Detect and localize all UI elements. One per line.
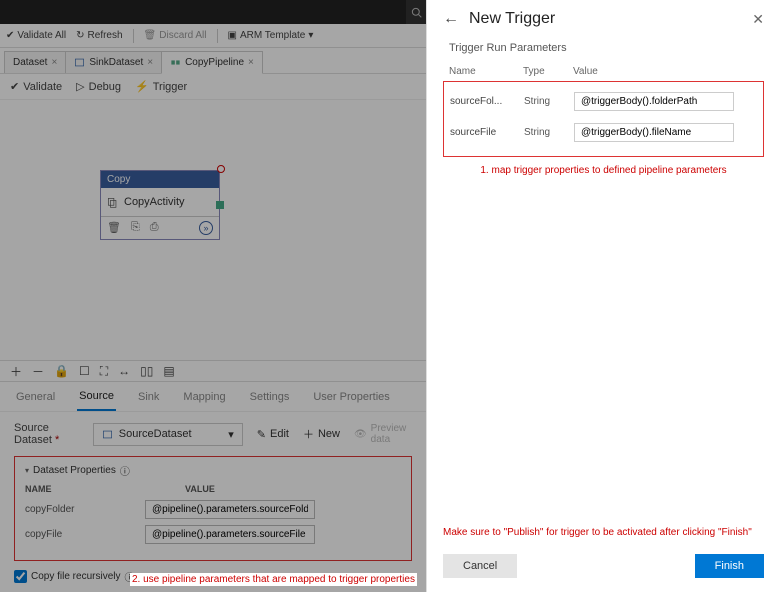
zoom-out-icon[interactable]: － xyxy=(32,363,44,380)
connector-icon xyxy=(216,201,224,209)
close-icon[interactable]: × xyxy=(248,57,254,68)
col-name: NAME xyxy=(25,484,125,494)
new-button[interactable]: ＋ New xyxy=(303,426,340,442)
tab-sink[interactable]: Sink xyxy=(136,384,161,410)
config-tabs: General Source Sink Mapping Settings Use… xyxy=(0,382,426,412)
edit-button[interactable]: ✎ Edit xyxy=(257,428,289,441)
autolayout-icon[interactable]: ↔ xyxy=(118,364,130,378)
trigger-button[interactable]: ⚡ Trigger xyxy=(135,80,187,93)
tab-dataset[interactable]: Dataset× xyxy=(4,51,66,73)
copy-icon xyxy=(107,197,118,208)
col-value: VALUE xyxy=(185,484,215,494)
tab-user-properties[interactable]: User Properties xyxy=(311,384,391,410)
panel-title: Dataset Properties xyxy=(33,465,116,476)
param-value-input[interactable] xyxy=(145,525,315,544)
panel-title: New Trigger xyxy=(469,10,742,28)
canvas-controls: ＋ － 🔒 ☐ ⛶ ↔ ▯▯ ▤ xyxy=(0,360,426,382)
activity-header: Copy xyxy=(101,171,219,188)
tab-mapping[interactable]: Mapping xyxy=(181,384,227,410)
dataset-properties-panel: Dataset Properties ⓘ NAME VALUE copyFolde… xyxy=(14,456,412,561)
info-icon[interactable]: ⓘ xyxy=(120,463,130,478)
table-row: copyFile xyxy=(25,525,401,544)
trigger-params-box: sourceFol... String sourceFile String xyxy=(443,81,764,157)
param-type: String xyxy=(524,96,574,107)
discard-all-button[interactable]: 🗑 Discard All xyxy=(144,30,207,41)
param-name: copyFolder xyxy=(25,504,125,515)
arm-template-button[interactable]: ▣ ARM Template ▾ xyxy=(228,30,314,41)
col-type: Type xyxy=(523,66,573,77)
table-row: copyFolder xyxy=(25,500,401,519)
col-value: Value xyxy=(573,66,598,77)
lock-icon[interactable]: 🔒 xyxy=(54,364,69,378)
tab-settings[interactable]: Settings xyxy=(248,384,292,410)
param-name: sourceFol... xyxy=(450,96,524,107)
preview-data-button[interactable]: 👁 Preview data xyxy=(354,423,412,445)
delete-icon[interactable]: 🗑 xyxy=(107,221,121,235)
back-button[interactable]: ← xyxy=(443,10,459,28)
finish-button[interactable]: Finish xyxy=(695,554,764,578)
validation-dot-icon xyxy=(217,165,225,173)
validate-all-button[interactable]: ✔ Validate All xyxy=(6,30,66,41)
param-name: copyFile xyxy=(25,529,125,540)
validate-button[interactable]: ✔ Validate xyxy=(10,80,62,93)
copy-icon[interactable]: ⎙ xyxy=(150,221,159,235)
pipeline-toolbar: ✔ Validate ▷ Debug ⚡ Trigger xyxy=(0,74,426,100)
expand-icon[interactable]: » xyxy=(199,221,213,235)
zoom-in-icon[interactable]: ＋ xyxy=(10,363,22,380)
layout2-icon[interactable]: ▤ xyxy=(163,364,174,378)
fit-icon[interactable]: ☐ xyxy=(79,364,90,378)
clone-icon[interactable]: ⎘ xyxy=(131,221,140,235)
cancel-button[interactable]: Cancel xyxy=(443,554,517,578)
main-toolbar: ✔ Validate All ↻ Refresh 🗑 Discard All ▣… xyxy=(0,24,426,48)
pipeline-canvas[interactable]: Copy CopyActivity 🗑 ⎘ ⎙ » xyxy=(0,100,426,360)
param-name: sourceFile xyxy=(450,127,524,138)
annotation-1: 1. map trigger properties to defined pip… xyxy=(427,157,780,176)
publish-note: Make sure to "Publish" for trigger to be… xyxy=(427,521,780,544)
tab-general[interactable]: General xyxy=(14,384,57,410)
param-value-input[interactable] xyxy=(574,123,734,142)
chevron-down-icon: ▾ xyxy=(228,428,234,441)
close-button[interactable]: ✕ xyxy=(752,11,764,28)
param-type: String xyxy=(524,127,574,138)
fullscreen-icon[interactable]: ⛶ xyxy=(100,364,108,379)
app-topbar xyxy=(0,0,426,24)
tab-source[interactable]: Source xyxy=(77,383,116,411)
activity-name: CopyActivity xyxy=(124,196,185,208)
copy-recursively-label: Copy file recursively xyxy=(31,571,120,582)
table-row: sourceFile String xyxy=(450,117,757,148)
chevron-down-icon: ▾ xyxy=(308,30,313,41)
tab-sinkdataset[interactable]: SinkDataset× xyxy=(65,51,162,73)
tab-copypipeline[interactable]: CopyPipeline× xyxy=(161,51,263,74)
layout1-icon[interactable]: ▯▯ xyxy=(140,364,153,378)
source-dataset-dropdown[interactable]: SourceDataset ▾ xyxy=(93,423,243,446)
col-name: Name xyxy=(449,66,523,77)
close-icon[interactable]: × xyxy=(51,57,57,68)
close-icon[interactable]: × xyxy=(147,57,153,68)
refresh-button[interactable]: ↻ Refresh xyxy=(76,30,122,41)
debug-button[interactable]: ▷ Debug xyxy=(76,80,121,93)
annotation-2: 2. use pipeline parameters that are mapp… xyxy=(130,573,417,586)
copy-recursively-checkbox[interactable] xyxy=(14,570,27,583)
panel-subtitle: Trigger Run Parameters xyxy=(427,38,780,62)
search-icon[interactable] xyxy=(406,0,426,24)
document-tabs: Dataset× SinkDataset× CopyPipeline× xyxy=(0,48,426,74)
param-value-input[interactable] xyxy=(574,92,734,111)
source-dataset-label: Source Dataset * xyxy=(14,422,79,446)
new-trigger-panel: ← New Trigger ✕ Trigger Run Parameters N… xyxy=(426,0,780,592)
param-value-input[interactable] xyxy=(145,500,315,519)
copy-activity[interactable]: Copy CopyActivity 🗑 ⎘ ⎙ » xyxy=(100,170,220,240)
table-row: sourceFol... String xyxy=(450,86,757,117)
